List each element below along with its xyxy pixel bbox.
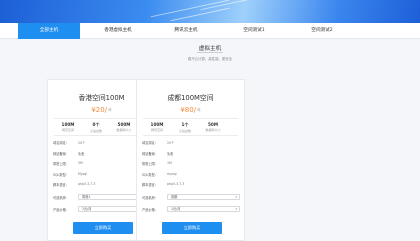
stat-web-space: 100M 网页空间	[150, 122, 164, 132]
product-price: ¥80/年	[180, 106, 201, 114]
divider	[143, 135, 238, 136]
product-title: 成都100M空间	[167, 94, 214, 102]
tab-all-hosts[interactable]: 全部主机	[18, 23, 80, 39]
category-tabs: 全部主机 香港虚拟主机 腾讯云主机 空间测试1 空间测试2	[0, 23, 420, 39]
price-dropdown[interactable]: 1元/月▾	[167, 206, 240, 212]
tab-hk-virtual-host[interactable]: 香港虚拟主机	[87, 23, 149, 39]
product-card: 成都100M空间 ¥80/年 100M 网页空间 1个 子站总数 50M 数据库大小 …	[136, 79, 245, 241]
tab-space-test-1[interactable]: 空间测试1	[223, 23, 285, 39]
hero-banner	[0, 0, 420, 23]
page-subtitle: 稳不云计算、高性能、更安全	[187, 57, 233, 61]
tab-tencent-cloud-host[interactable]: 腾讯云主机	[155, 23, 217, 39]
stat-subsites: 1个 子站总数	[178, 122, 191, 133]
divider	[54, 135, 149, 136]
stat-db-size: 50M 数据库大小	[205, 122, 221, 132]
buy-now-button[interactable]: 立即购买	[162, 222, 222, 234]
datacenter-dropdown[interactable]: 成都 ▾	[167, 194, 240, 200]
stat-subsites: 0个 子站总数	[89, 122, 102, 133]
title-divider	[197, 52, 223, 53]
divider	[54, 118, 149, 119]
stat-db-size: 500M 数据库大小	[116, 122, 132, 132]
chevron-down-icon: ▾	[235, 195, 237, 199]
divider	[143, 118, 238, 119]
page-title: 虚拟主机	[198, 46, 222, 52]
tab-space-test-2[interactable]: 空间测试2	[291, 23, 353, 39]
stat-web-space: 100M 网页空间	[61, 122, 75, 132]
chevron-down-icon: ▾	[235, 207, 237, 211]
buy-now-button[interactable]: 立即购买	[73, 222, 133, 234]
